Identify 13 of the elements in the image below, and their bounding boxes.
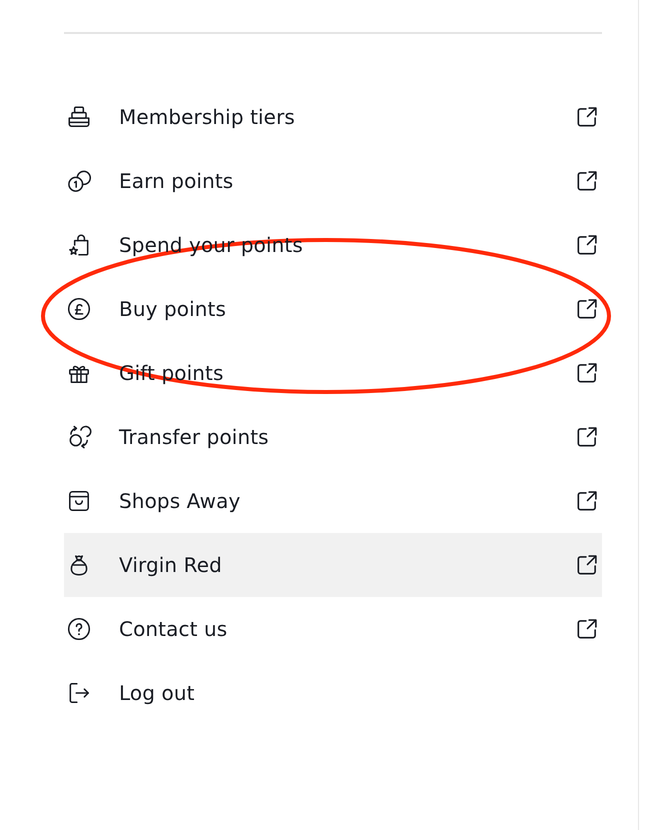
stacked-blocks-icon [66, 104, 92, 130]
menu-item[interactable]: Virgin Red [64, 533, 602, 597]
menu-item[interactable]: Shops Away [64, 469, 602, 533]
menu-item[interactable]: Earn points [64, 149, 602, 213]
pound-coin-icon [66, 296, 92, 322]
menu-item[interactable]: Contact us [64, 597, 602, 661]
menu-item[interactable]: Transfer points [64, 405, 602, 469]
menu-item[interactable]: Buy points [64, 277, 602, 341]
basket-icon [66, 488, 92, 514]
menu-item[interactable]: Membership tiers [64, 85, 602, 149]
menu-item[interactable]: Log out [64, 661, 602, 725]
help-icon [66, 616, 92, 642]
coins-icon [66, 168, 92, 194]
